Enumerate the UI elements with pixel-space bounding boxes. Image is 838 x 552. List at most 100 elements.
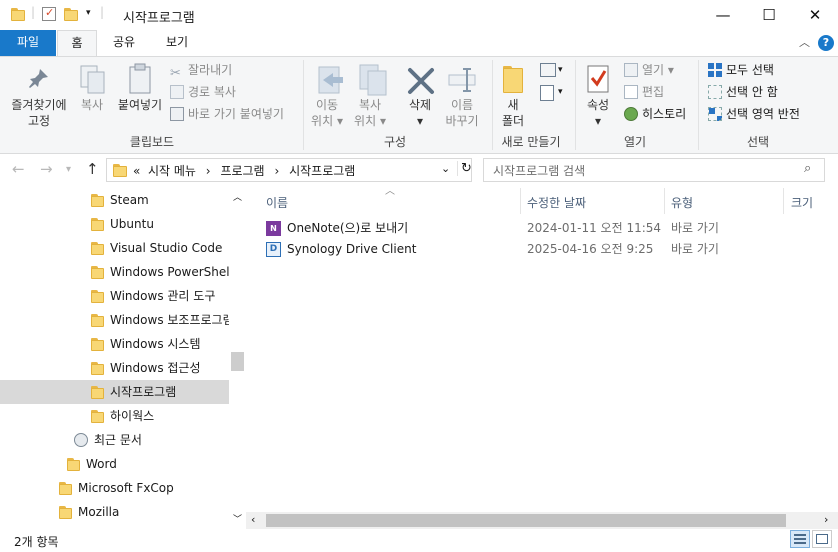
nav-item[interactable]: Microsoft FxCop [0, 476, 230, 500]
search-icon[interactable]: ⌕ [804, 161, 811, 176]
copy-to-button[interactable]: 복사 위치 ▾ [350, 97, 390, 129]
tab-home[interactable]: 홈 [57, 30, 97, 57]
quick-access-dropdown-icon[interactable]: ▾ [86, 8, 91, 18]
file-row[interactable]: D Synology Drive Client 2025-04-16 오전 9:… [246, 239, 838, 260]
file-row[interactable]: N OneNote(으)로 보내기 2024-01-11 오전 11:54 바로… [246, 218, 838, 239]
nav-item-selected[interactable]: 시작프로그램 [0, 380, 230, 404]
select-all-button[interactable]: 모두 선택 [708, 61, 774, 79]
pin-to-quick-access-button[interactable]: 즐겨찾기에 고정 [6, 97, 72, 129]
nav-scroll-thumb[interactable] [231, 352, 244, 371]
address-box[interactable]: « 시작 메뉴 › 프로그램 › 시작프로그램 ⌄ ↻ [106, 158, 472, 182]
forward-button[interactable]: → [40, 160, 53, 178]
scroll-down-icon[interactable]: ﹀ [233, 512, 242, 525]
onenote-icon: N [266, 221, 281, 236]
paste-button[interactable]: 붙여넣기 [112, 97, 168, 113]
column-separator[interactable] [664, 188, 665, 214]
easy-access-icon[interactable] [540, 85, 554, 101]
file-date: 2024-01-11 오전 11:54 [527, 221, 662, 235]
nav-item[interactable]: Windows 접근성 [0, 356, 230, 380]
nav-item[interactable]: Steam [0, 188, 230, 212]
properties-label: 속성 [586, 98, 610, 112]
invert-selection-button[interactable]: 선택 영역 반전 [708, 105, 800, 123]
nav-item[interactable]: Windows 시스템 [0, 332, 230, 356]
new-folder-button[interactable]: 새 폴더 [496, 97, 530, 129]
nav-item[interactable]: Ubuntu [0, 212, 230, 236]
nav-item[interactable]: Mozilla [0, 500, 230, 524]
nav-item-label: Ubuntu [110, 217, 154, 231]
breadcrumb-start-menu[interactable]: 시작 메뉴 [148, 164, 196, 178]
up-button[interactable]: ↑ [86, 160, 99, 178]
history-button[interactable]: 히스토리 [624, 105, 686, 123]
new-folder-quick-icon[interactable] [64, 7, 78, 21]
address-dropdown-icon[interactable]: ⌄ [441, 162, 450, 175]
scroll-up-icon[interactable]: ︿ [233, 190, 242, 203]
nav-item[interactable]: Windows 보조프로그램 [0, 308, 230, 332]
scroll-left-icon[interactable]: ‹ [251, 513, 255, 526]
move-to-icon [318, 66, 343, 94]
column-header-size[interactable]: 크기 [791, 192, 813, 214]
breadcrumb-separator[interactable]: › [274, 164, 279, 178]
nav-item-label: Visual Studio Code [110, 241, 223, 255]
column-separator[interactable] [520, 188, 521, 214]
nav-item[interactable]: Windows 관리 도구 [0, 284, 230, 308]
ribbon: 즐겨찾기에 고정 복사 붙여넣기 ✂ 잘라내기 경로 복사 바로 가기 붙여넣기 … [0, 56, 838, 154]
delete-button[interactable]: 삭제 ▾ [402, 97, 438, 129]
folder-icon [91, 289, 104, 303]
select-none-button[interactable]: 선택 안 함 [708, 83, 778, 101]
rename-button[interactable]: 이름 바꾸기 [440, 97, 484, 129]
divider: | [100, 5, 105, 19]
easy-access-dropdown-icon[interactable]: ▾ [558, 87, 563, 97]
nav-item[interactable]: Word [0, 452, 230, 476]
breadcrumb-overflow[interactable]: « [133, 164, 140, 178]
copy-to-line2-text: 위치 [354, 114, 377, 128]
minimize-button[interactable]: — [700, 0, 746, 30]
nav-item[interactable]: Visual Studio Code [0, 236, 230, 260]
refresh-icon[interactable]: ↻ [457, 161, 472, 176]
nav-item[interactable]: 하이웍스 [0, 404, 230, 428]
nav-item[interactable]: 최근 문서 [0, 428, 230, 452]
scroll-right-icon[interactable]: › [824, 513, 828, 526]
column-header-type[interactable]: 유형 [671, 192, 693, 214]
help-icon[interactable]: ? [818, 35, 834, 51]
maximize-button[interactable]: ☐ [746, 0, 792, 30]
column-separator[interactable] [783, 188, 784, 214]
column-header-name[interactable]: 이름 [266, 192, 288, 214]
breadcrumb-separator[interactable]: › [206, 164, 211, 178]
copy-button[interactable]: 복사 [74, 97, 110, 113]
move-to-button[interactable]: 이동 위치 ▾ [307, 97, 347, 129]
breadcrumb-programs[interactable]: 프로그램 [220, 164, 264, 178]
search-box[interactable]: 시작프로그램 검색 ⌕ [483, 158, 825, 182]
tab-file[interactable]: 파일 [0, 30, 56, 56]
paste-shortcut-icon [170, 107, 184, 121]
open-button[interactable]: 열기 ▾ [624, 61, 674, 79]
details-view-button[interactable] [790, 530, 810, 548]
column-header-date[interactable]: 수정한 날짜 [527, 192, 586, 214]
horizontal-scrollbar[interactable]: ‹ › [246, 512, 838, 529]
invert-selection-icon [708, 107, 722, 121]
collapse-ribbon-icon[interactable]: ︿ [799, 34, 810, 50]
new-folder-line2: 폴더 [501, 114, 525, 128]
properties-quick-icon[interactable]: ✓ [42, 6, 56, 21]
large-icons-view-button[interactable] [812, 530, 832, 548]
nav-item[interactable]: Windows PowerShell [0, 260, 230, 284]
new-item-icon[interactable] [540, 63, 556, 77]
horizontal-scroll-thumb[interactable] [266, 514, 786, 527]
cut-button[interactable]: ✂ 잘라내기 [170, 61, 232, 81]
breadcrumb-startup[interactable]: 시작프로그램 [289, 164, 355, 178]
back-button[interactable]: ← [12, 160, 25, 178]
status-bar: 2개 항목 [0, 530, 838, 552]
new-item-dropdown-icon[interactable]: ▾ [558, 65, 563, 75]
tab-share[interactable]: 공유 [100, 30, 148, 56]
copy-path-button[interactable]: 경로 복사 [170, 83, 236, 101]
recent-locations-icon[interactable]: ▾ [66, 164, 71, 175]
search-placeholder: 시작프로그램 검색 [493, 164, 586, 178]
nav-scrollbar[interactable]: ︿ ﹀ [229, 188, 246, 530]
rename-icon [448, 68, 476, 92]
folder-icon [91, 241, 104, 255]
tab-view[interactable]: 보기 [152, 30, 202, 56]
folder-icon [91, 265, 104, 279]
properties-button[interactable]: 속성 ▾ [580, 97, 616, 129]
close-button[interactable]: ✕ [792, 0, 838, 30]
paste-shortcut-button[interactable]: 바로 가기 붙여넣기 [170, 105, 284, 123]
edit-button[interactable]: 편집 [624, 83, 664, 101]
